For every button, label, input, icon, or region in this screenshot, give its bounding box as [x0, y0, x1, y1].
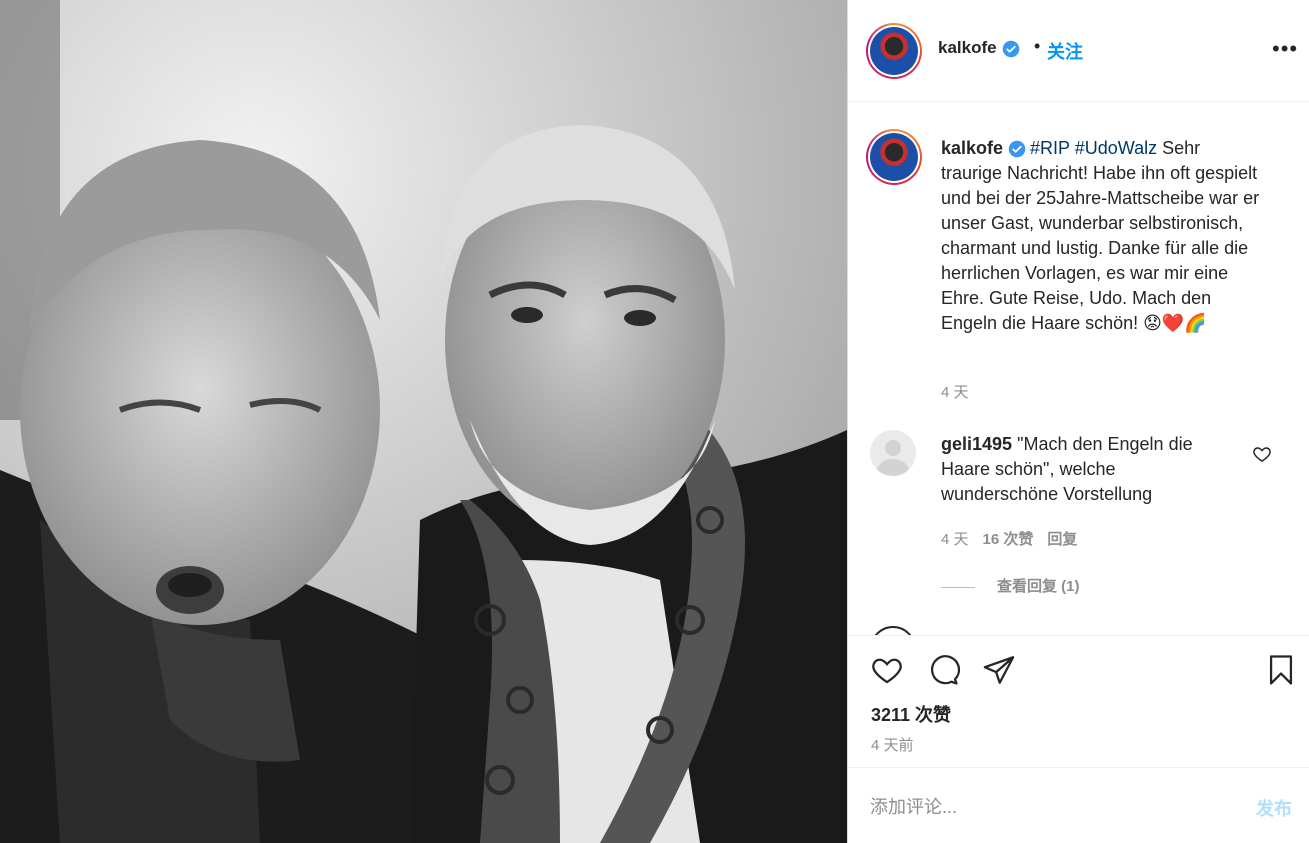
comment-like-heart-icon[interactable] [1252, 444, 1272, 464]
comment-timestamp: 4 天 [941, 531, 969, 548]
author-username[interactable]: kalkofe [938, 38, 997, 57]
more-options-icon[interactable]: ••• [1272, 36, 1298, 62]
view-replies-button[interactable]: 查看回复 (1) [941, 575, 1080, 596]
caption: kalkofe #RIP #UdoWalz Sehr traurige Nachr… [941, 136, 1261, 336]
comments-list[interactable]: kalkofe #RIP #UdoWalz Sehr traurige Nachr… [848, 102, 1309, 635]
verified-badge-icon [1008, 141, 1026, 158]
save-bookmark-icon[interactable] [1264, 653, 1298, 687]
comment-username[interactable]: geli1495 [941, 434, 1012, 454]
separator-dot: • [1034, 36, 1041, 56]
comment-meta: 4 天 16 次赞 回复 [941, 528, 1091, 549]
commenter-avatar[interactable] [870, 430, 916, 476]
view-replies-label: 查看回复 (1) [997, 578, 1080, 595]
post-photo[interactable] [0, 0, 847, 843]
next-commenter-avatar[interactable] [870, 626, 916, 635]
post-dialog: kalkofe • 关注 ••• kalkofe #RIP #UdoWalz Se… [0, 0, 1309, 843]
author-avatar[interactable] [866, 23, 922, 79]
replies-divider-line [941, 586, 975, 588]
follow-button[interactable]: 关注 [1047, 38, 1083, 64]
share-paper-plane-icon[interactable] [982, 653, 1016, 687]
comment-input[interactable] [868, 792, 1232, 822]
verified-badge-icon [1002, 40, 1019, 57]
comment: geli1495 "Mach den Engeln die Haare schö… [941, 432, 1231, 507]
comment-reply-button[interactable]: 回复 [1047, 531, 1077, 548]
caption-avatar[interactable] [866, 129, 922, 185]
post-timestamp: 4 天前 [871, 737, 914, 754]
caption-text: Sehr traurige Nachricht! Habe ihn oft ge… [941, 138, 1260, 333]
add-comment-bar: 发布 [848, 767, 1309, 843]
comment-likes[interactable]: 16 次赞 [983, 531, 1034, 548]
comment-bubble-icon[interactable] [926, 653, 960, 687]
like-heart-icon[interactable] [870, 653, 904, 687]
photo-illustration [0, 0, 847, 843]
post-likes-count[interactable]: 3211 次赞 [871, 701, 951, 727]
caption-username[interactable]: kalkofe [941, 138, 1003, 158]
post-side-panel: kalkofe • 关注 ••• kalkofe #RIP #UdoWalz Se… [847, 0, 1309, 843]
post-comment-button[interactable]: 发布 [1256, 795, 1292, 821]
author-username-wrap: kalkofe [938, 38, 1020, 58]
caption-hashtags[interactable]: #RIP #UdoWalz [1030, 138, 1157, 158]
caption-timestamp: 4 天 [941, 384, 969, 401]
post-header: kalkofe • 关注 ••• [848, 0, 1309, 102]
post-actions: 3211 次赞 4 天前 [848, 635, 1309, 767]
